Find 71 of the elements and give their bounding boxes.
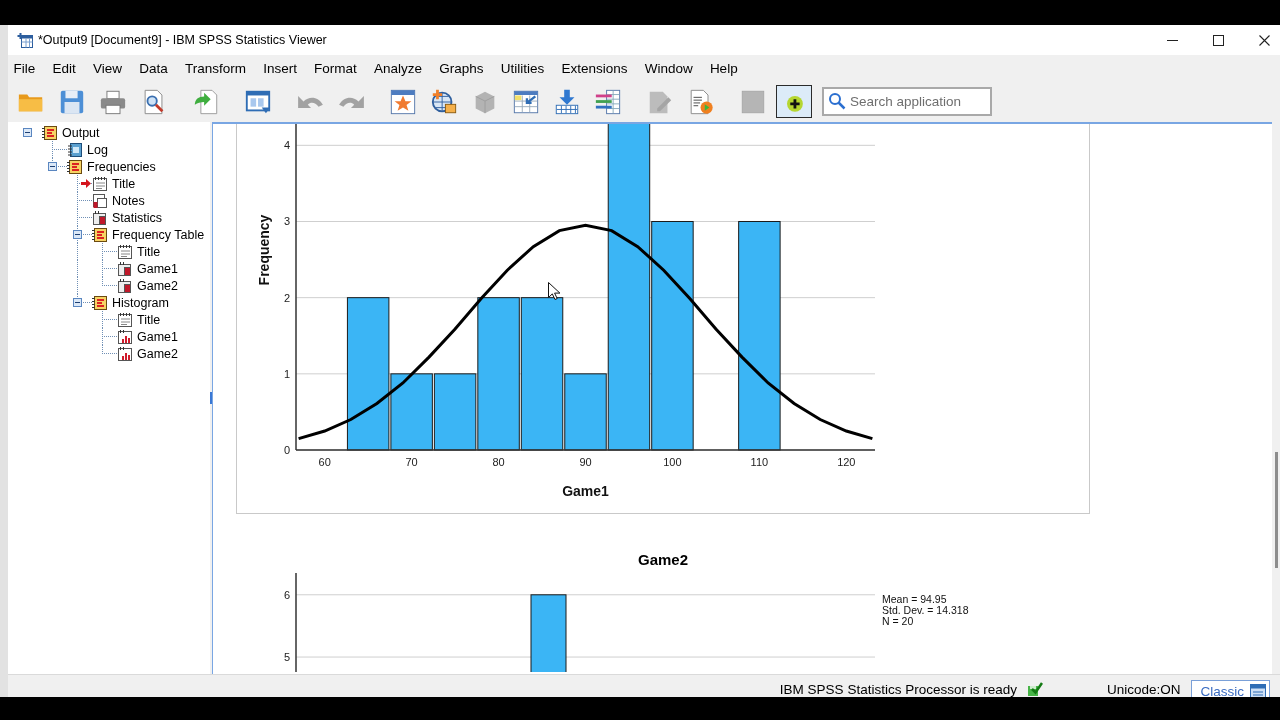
menu-item[interactable]: Data bbox=[130, 60, 177, 76]
tree-item[interactable]: Frequency Table bbox=[112, 227, 205, 242]
book-icon bbox=[42, 124, 58, 141]
status-message: IBM SPSS Statistics Processor is ready bbox=[779, 681, 1017, 697]
window-icon bbox=[1250, 683, 1266, 697]
encoding-status: Unicode:ON bbox=[1106, 681, 1181, 697]
classic-mode-button[interactable]: Classic bbox=[1191, 680, 1270, 697]
menu-item[interactable]: Window bbox=[636, 60, 702, 76]
menu-item[interactable]: View bbox=[84, 60, 131, 76]
menu-item[interactable]: Insert bbox=[254, 60, 306, 76]
tree-item[interactable]: Game1 bbox=[137, 261, 178, 276]
tree-item[interactable]: Title bbox=[137, 244, 161, 259]
menu-item[interactable]: Edit bbox=[43, 60, 85, 76]
close-icon bbox=[1259, 34, 1270, 46]
axis-tick-label: 100 bbox=[663, 456, 682, 468]
log-icon bbox=[67, 141, 83, 158]
menu-item[interactable]: File bbox=[5, 60, 44, 76]
undo-icon bbox=[296, 94, 324, 109]
globe-plus-icon bbox=[430, 87, 458, 116]
bar-chart-icon bbox=[117, 328, 133, 345]
search-icon bbox=[828, 92, 846, 110]
collapse-toggle[interactable] bbox=[48, 162, 57, 171]
app-icon bbox=[17, 32, 33, 48]
collapse-toggle[interactable] bbox=[73, 230, 82, 239]
page-icon bbox=[117, 311, 133, 328]
notes-icon bbox=[92, 192, 108, 209]
menu-item[interactable]: Format bbox=[305, 60, 366, 76]
bar-chart-icon bbox=[117, 345, 133, 362]
tree-item[interactable]: Game2 bbox=[137, 346, 178, 361]
tree-item[interactable]: Title bbox=[112, 176, 136, 191]
menu-item[interactable]: Utilities bbox=[492, 60, 553, 76]
collapse-toggle[interactable] bbox=[23, 128, 32, 137]
tree-item[interactable]: Notes bbox=[112, 193, 145, 208]
tree-item[interactable]: Histogram bbox=[112, 295, 169, 310]
toolbar-button[interactable] bbox=[776, 85, 812, 118]
splitter-handle[interactable] bbox=[210, 392, 212, 404]
download-arrow-icon bbox=[553, 87, 581, 116]
tree-item[interactable]: Statistics bbox=[112, 210, 162, 225]
axis-tick-label: 6 bbox=[283, 588, 290, 601]
table-icon bbox=[117, 260, 133, 277]
page-arrow-icon bbox=[192, 87, 220, 116]
collapse-toggle[interactable] bbox=[73, 298, 82, 307]
tree-item[interactable]: Log bbox=[87, 142, 108, 157]
book-icon bbox=[92, 294, 108, 311]
menu-item[interactable]: Extensions bbox=[552, 60, 637, 76]
book-icon bbox=[92, 226, 108, 243]
bars-table-icon bbox=[594, 87, 622, 116]
axis-tick-label: 120 bbox=[837, 456, 856, 468]
page-icon bbox=[117, 243, 133, 260]
table-icon bbox=[92, 209, 108, 226]
menu-item[interactable]: Transform bbox=[176, 60, 255, 76]
menu-item[interactable]: Help bbox=[701, 60, 747, 76]
axis-tick-label: 110 bbox=[750, 456, 769, 468]
axis-tick-label: 5 bbox=[283, 651, 290, 664]
menu-item[interactable]: Analyze bbox=[365, 60, 431, 76]
maximize-icon bbox=[1212, 34, 1224, 46]
axis-tick-label: 4 bbox=[283, 139, 290, 152]
redo-icon bbox=[337, 94, 365, 109]
tree-item[interactable]: Title bbox=[137, 312, 161, 327]
tree-item[interactable]: Output bbox=[62, 125, 100, 140]
tree-item[interactable]: Frequencies bbox=[87, 159, 156, 174]
menu-item[interactable]: Graphs bbox=[430, 60, 493, 76]
page-icon bbox=[92, 175, 108, 192]
search-field[interactable]: Search application bbox=[822, 87, 992, 116]
minimize-icon bbox=[1166, 39, 1178, 41]
tree-item[interactable]: Game2 bbox=[137, 278, 178, 293]
book-icon bbox=[67, 158, 83, 175]
tree-item[interactable]: Game1 bbox=[137, 329, 178, 344]
scrollbar-thumb[interactable] bbox=[1275, 452, 1278, 568]
table-icon bbox=[117, 277, 133, 294]
window-title: *Output9 [Document9] - IBM SPSS Statistics Viewer bbox=[38, 33, 327, 47]
